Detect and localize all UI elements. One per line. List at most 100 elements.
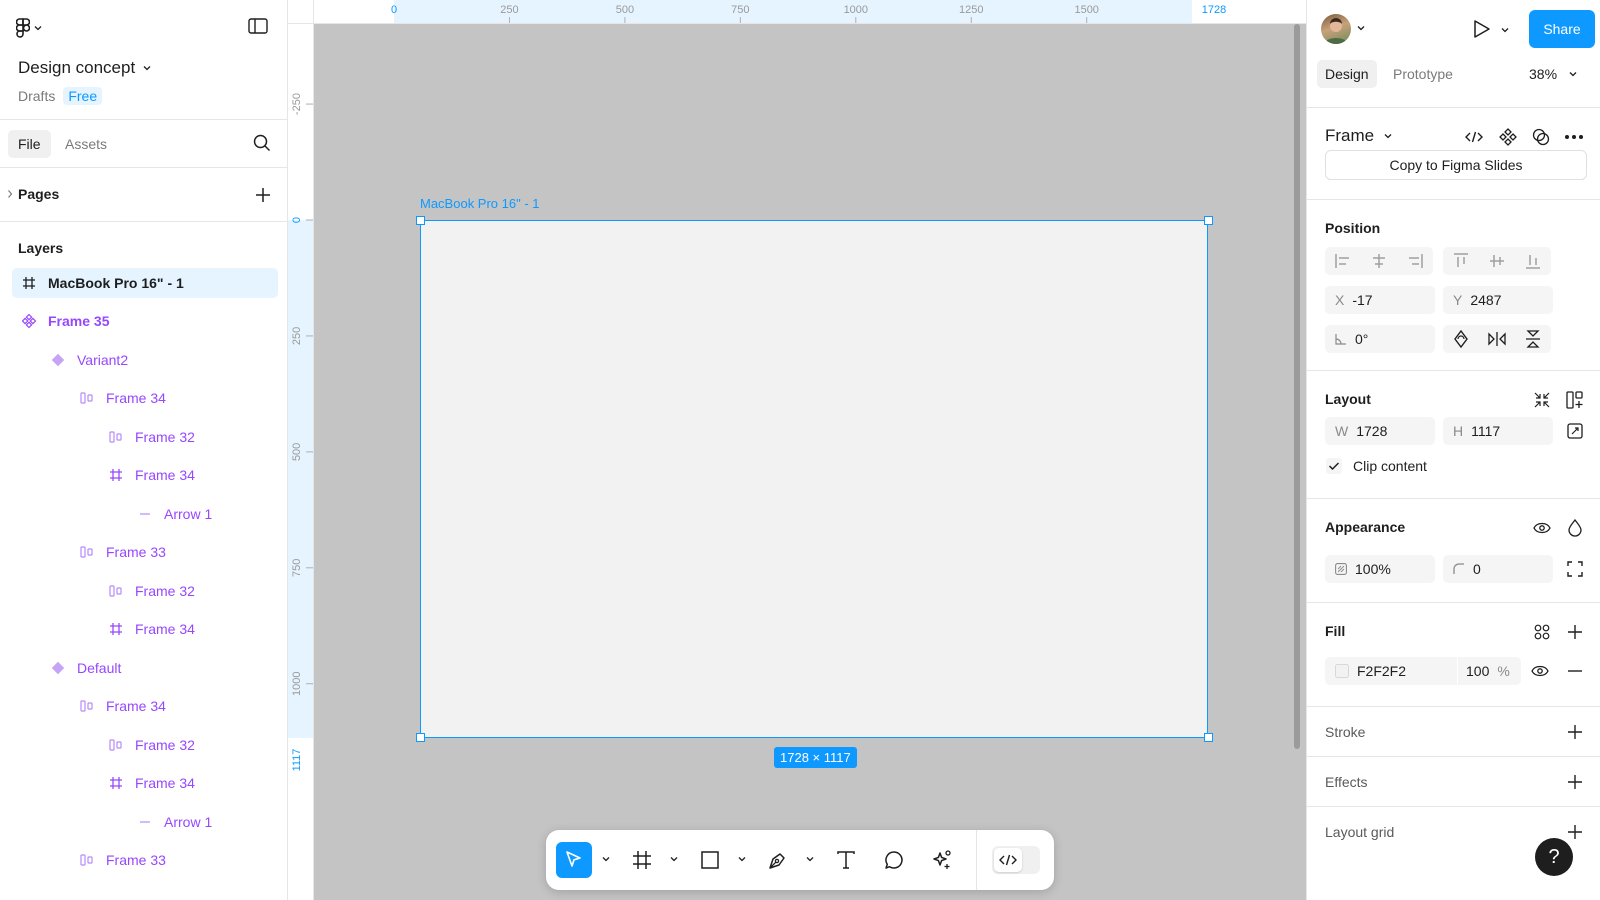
search-button[interactable] [252, 133, 272, 153]
layer-row[interactable]: Frame 34 [12, 460, 278, 490]
user-avatar[interactable] [1321, 14, 1351, 44]
more-options-button[interactable] [1563, 126, 1585, 148]
selected-frame[interactable] [420, 220, 1208, 738]
layer-row[interactable]: Frame 33 [12, 845, 278, 875]
layer-row[interactable]: Frame 34 [12, 614, 278, 644]
move-tool[interactable] [556, 842, 592, 878]
x-position-field[interactable]: X -17 [1325, 286, 1435, 314]
fill-visibility-button[interactable] [1529, 660, 1551, 682]
y-position-field[interactable]: Y 2487 [1443, 286, 1553, 314]
text-tool[interactable] [828, 842, 864, 878]
rotate-90-button[interactable] [1443, 325, 1479, 353]
toggle-visibility-button[interactable] [1531, 517, 1553, 539]
layer-row[interactable]: Frame 32 [12, 422, 278, 452]
frame-tool[interactable] [624, 842, 660, 878]
copy-to-slides-button[interactable]: Copy to Figma Slides [1325, 150, 1587, 180]
resize-handle-top-right[interactable] [1204, 216, 1213, 225]
pen-tool[interactable] [760, 842, 796, 878]
layer-row[interactable]: Arrow 1 [12, 807, 278, 837]
layer-row[interactable]: Frame 35 [12, 306, 278, 336]
fill-opacity-unit: % [1497, 663, 1510, 679]
height-field[interactable]: H 1117 [1443, 417, 1553, 445]
tab-file[interactable]: File [8, 130, 51, 158]
layer-type-dropdown[interactable]: Frame [1325, 126, 1392, 146]
width-field[interactable]: W 1728 [1325, 417, 1435, 445]
ruler-vertical[interactable]: -250 0 250 500 750 1000 1117 [288, 0, 314, 900]
fill-swatch[interactable] [1335, 664, 1349, 678]
independent-corners-button[interactable] [1564, 558, 1586, 580]
opacity-field[interactable]: 100% [1325, 555, 1435, 583]
layer-row[interactable]: Frame 32 [12, 576, 278, 606]
fill-color-field[interactable]: F2F2F2 100 % [1325, 657, 1521, 685]
share-button[interactable]: Share [1529, 10, 1595, 48]
mask-button[interactable] [1530, 126, 1552, 148]
resize-handle-top-left[interactable] [416, 216, 425, 225]
dev-mode-toggle[interactable] [992, 846, 1040, 874]
layer-row[interactable]: Frame 34 [12, 691, 278, 721]
corner-radius-field[interactable]: 0 [1443, 555, 1553, 583]
file-name[interactable]: Design concept [18, 58, 151, 78]
resize-handle-bottom-right[interactable] [1204, 733, 1213, 742]
remove-fill-button[interactable] [1564, 660, 1586, 682]
flip-horizontal-button[interactable] [1479, 325, 1515, 353]
align-left-button[interactable] [1325, 247, 1361, 275]
plan-badge[interactable]: Free [63, 87, 103, 105]
layer-row[interactable]: Frame 34 [12, 383, 278, 413]
align-top-button[interactable] [1443, 247, 1479, 275]
add-stroke-button[interactable] [1564, 721, 1586, 743]
layer-row[interactable]: MacBook Pro 16" - 1 [12, 268, 278, 298]
blend-mode-button[interactable] [1564, 517, 1586, 539]
chevron-down-icon[interactable] [1357, 24, 1365, 32]
hug-contents-button[interactable] [1531, 389, 1553, 411]
add-page-icon[interactable] [255, 187, 271, 203]
shape-tool-menu-icon[interactable] [738, 855, 746, 863]
help-button[interactable]: ? [1535, 838, 1573, 876]
clip-content-checkbox[interactable]: Clip content [1325, 457, 1427, 475]
main-menu-button[interactable] [16, 16, 56, 40]
add-layout-grid-button[interactable] [1564, 821, 1586, 843]
layer-row[interactable]: Frame 32 [12, 730, 278, 760]
shape-tool[interactable] [692, 842, 728, 878]
align-right-button[interactable] [1397, 247, 1433, 275]
move-tool-menu-icon[interactable] [602, 855, 610, 863]
align-bottom-button[interactable] [1515, 247, 1551, 275]
zoom-control[interactable]: 38% [1529, 66, 1577, 82]
actions-tool[interactable] [924, 842, 960, 878]
layer-row[interactable]: Frame 34 [12, 768, 278, 798]
layer-row[interactable]: Frame 33 [12, 537, 278, 567]
pages-section[interactable]: Pages [0, 168, 287, 222]
present-menu-icon[interactable] [1501, 26, 1509, 34]
resize-handle-bottom-left[interactable] [416, 733, 425, 742]
tab-assets[interactable]: Assets [55, 130, 117, 158]
rotation-field[interactable]: 0° [1325, 325, 1435, 353]
canvas-scrollbar[interactable] [1294, 24, 1300, 749]
styles-button[interactable] [1531, 621, 1553, 643]
tab-prototype[interactable]: Prototype [1385, 60, 1461, 88]
flip-vertical-button[interactable] [1515, 325, 1551, 353]
ruler-horizontal[interactable]: 0 250 500 750 1000 1250 1500 1728 [288, 0, 1306, 24]
layer-name: Arrow 1 [164, 814, 213, 830]
align-v-center-button[interactable] [1479, 247, 1515, 275]
add-fill-button[interactable] [1564, 621, 1586, 643]
code-button[interactable] [1463, 126, 1485, 148]
left-tabs: File Assets [0, 120, 287, 168]
pen-tool-menu-icon[interactable] [806, 855, 814, 863]
comment-tool[interactable] [876, 842, 912, 878]
create-component-button[interactable] [1497, 126, 1519, 148]
ruler-tick-label: 250 [500, 4, 518, 16]
layer-row[interactable]: Arrow 1 [12, 499, 278, 529]
frame-label[interactable]: MacBook Pro 16" - 1 [420, 196, 540, 211]
add-auto-layout-button[interactable] [1564, 389, 1586, 411]
resize-to-fit-button[interactable] [1564, 420, 1586, 442]
align-h-center-button[interactable] [1361, 247, 1397, 275]
rotation-icon [1335, 333, 1347, 345]
frame-tool-menu-icon[interactable] [670, 855, 678, 863]
auto-layout-icon [78, 697, 96, 715]
tab-design[interactable]: Design [1317, 60, 1377, 88]
drafts-link[interactable]: Drafts [18, 88, 55, 104]
present-button[interactable] [1473, 19, 1491, 39]
add-effect-button[interactable] [1564, 771, 1586, 793]
layer-row[interactable]: Variant2 [12, 345, 278, 375]
toggle-sidebar-button[interactable] [248, 18, 270, 38]
layer-row[interactable]: Default [12, 653, 278, 683]
